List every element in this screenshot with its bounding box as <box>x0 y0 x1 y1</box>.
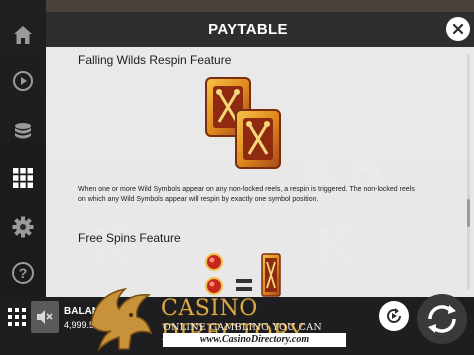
home-icon <box>14 26 32 44</box>
menu-grid-icon <box>8 308 26 326</box>
home-button[interactable] <box>8 20 38 50</box>
close-icon <box>452 23 464 35</box>
sidebar: ? <box>0 0 46 297</box>
help-button[interactable]: ? <box>8 258 38 288</box>
casino-directory-watermark: CASINO DIRECTORY ONLINE GAMBLING YOU CAN… <box>85 283 355 355</box>
speaker-muted-icon <box>37 310 53 324</box>
paytable-button[interactable] <box>8 163 38 193</box>
paytable-scrollbar-track[interactable] <box>467 54 470 290</box>
winged-lion-logo <box>90 287 153 352</box>
spin-button[interactable] <box>417 294 467 344</box>
replay-icon <box>13 71 33 91</box>
falling-wilds-heading: Falling Wilds Respin Feature <box>78 53 232 67</box>
menu-button[interactable] <box>3 304 31 330</box>
settings-button[interactable] <box>8 212 38 242</box>
paytable-title: PAYTABLE <box>208 21 288 38</box>
paytable-header: PAYTABLE <box>46 12 474 47</box>
close-button[interactable] <box>446 17 470 41</box>
falling-wild-symbols-image <box>205 77 281 169</box>
autoplay-button[interactable] <box>379 301 409 331</box>
sound-toggle-button[interactable] <box>31 301 59 333</box>
settings-icon <box>12 216 34 238</box>
free-spins-heading: Free Spins Feature <box>78 231 181 245</box>
falling-wilds-description: When one or more Wild Symbols appear on … <box>78 186 415 203</box>
paytable-scrollbar-thumb[interactable] <box>467 199 470 227</box>
paytable-grid-icon <box>13 168 33 188</box>
bet-coins-button[interactable] <box>8 116 38 146</box>
replay-button[interactable] <box>8 66 38 96</box>
autoplay-icon <box>387 308 401 323</box>
red-orb-symbol <box>205 253 223 271</box>
svg-text:?: ? <box>19 265 28 281</box>
spin-arrows-icon <box>428 305 456 333</box>
wild-symbol-front <box>235 109 281 169</box>
coins-icon <box>15 123 31 139</box>
paytable-panel: PAYTABLE Falling Wilds Respin Feature Wh… <box>46 12 474 297</box>
help-icon: ? <box>12 262 34 284</box>
watermark-url: www.CasinoDirectory.com <box>163 333 346 347</box>
